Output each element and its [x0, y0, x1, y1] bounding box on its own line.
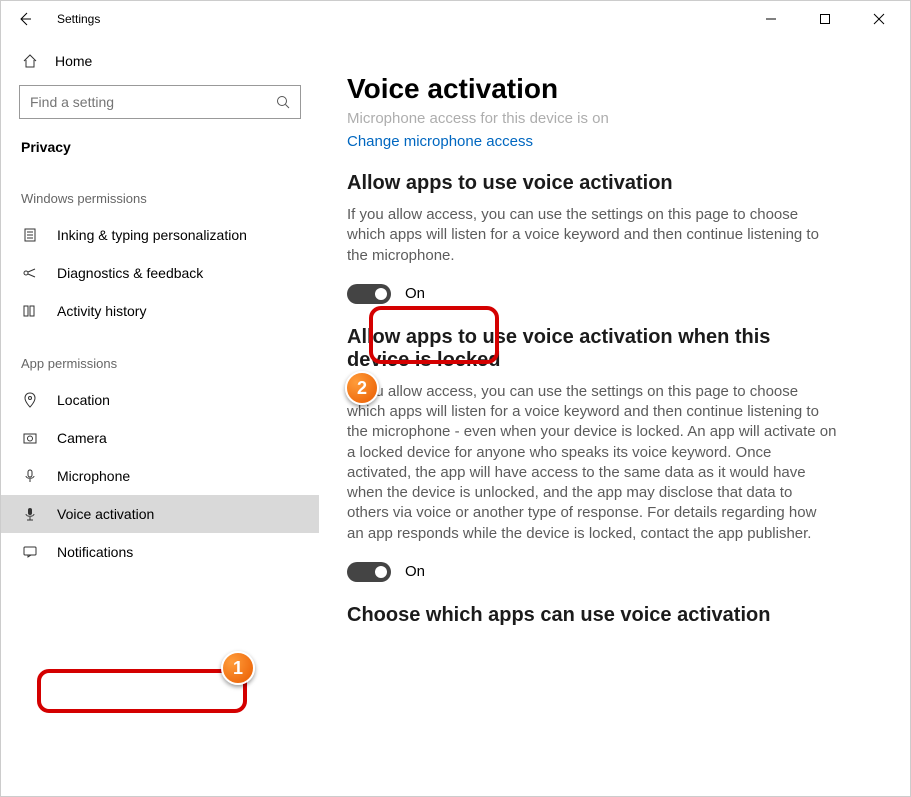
sidebar: Home Privacy Windows permissions Inking …	[1, 37, 319, 796]
search-box[interactable]	[19, 85, 301, 119]
nav-camera[interactable]: Camera	[1, 419, 319, 457]
notifications-icon	[21, 544, 39, 560]
close-icon	[873, 13, 885, 25]
toggle-voice-activation[interactable]	[347, 284, 391, 304]
nav-label: Camera	[57, 430, 107, 446]
nav-label: Inking & typing personalization	[57, 227, 247, 243]
toggle-voice-activation-label: On	[405, 285, 425, 302]
nav-label: Diagnostics & feedback	[57, 265, 203, 281]
camera-icon	[21, 430, 39, 446]
main-pane: Voice activation Microphone access for t…	[319, 37, 910, 796]
location-icon	[21, 392, 39, 408]
change-mic-access-link[interactable]: Change microphone access	[347, 133, 876, 150]
clipboard-icon	[21, 227, 39, 243]
nav-inking-typing[interactable]: Inking & typing personalization	[1, 216, 319, 254]
toggle-locked-row: On	[347, 562, 876, 582]
maximize-button[interactable]	[802, 3, 848, 35]
home-label: Home	[55, 53, 92, 69]
titlebar: Settings	[1, 1, 910, 37]
window-controls	[748, 3, 902, 35]
close-button[interactable]	[856, 3, 902, 35]
nav-label: Voice activation	[57, 506, 154, 522]
nav-location[interactable]: Location	[1, 381, 319, 419]
search-input[interactable]	[30, 94, 270, 110]
nav-label: Notifications	[57, 544, 133, 560]
nav-notifications[interactable]: Notifications	[1, 533, 319, 571]
section-locked-title: Allow apps to use voice activation when …	[347, 326, 787, 372]
voice-activation-icon	[21, 506, 39, 522]
section-allow-voice-activation-desc: If you allow access, you can use the set…	[347, 205, 837, 266]
minimize-button[interactable]	[748, 3, 794, 35]
nav-microphone[interactable]: Microphone	[1, 457, 319, 495]
group-windows-permissions: Windows permissions	[1, 165, 319, 216]
nav-voice-activation[interactable]: Voice activation	[1, 495, 319, 533]
home-icon	[21, 53, 39, 69]
home-nav[interactable]: Home	[1, 45, 319, 77]
back-button[interactable]	[9, 3, 41, 35]
maximize-icon	[819, 13, 831, 25]
toggle-voice-activation-row: On	[347, 284, 876, 304]
category-label: Privacy	[1, 125, 319, 165]
mic-access-status: Microphone access for this device is on	[347, 109, 876, 127]
app-title: Settings	[57, 12, 100, 26]
arrow-left-icon	[17, 11, 33, 27]
nav-activity-history[interactable]: Activity history	[1, 292, 319, 330]
nav-diagnostics[interactable]: Diagnostics & feedback	[1, 254, 319, 292]
minimize-icon	[765, 13, 777, 25]
history-icon	[21, 303, 39, 319]
toggle-locked[interactable]	[347, 562, 391, 582]
group-app-permissions: App permissions	[1, 330, 319, 381]
page-title: Voice activation	[347, 73, 876, 105]
nav-label: Location	[57, 392, 110, 408]
search-icon	[276, 95, 290, 109]
nav-label: Microphone	[57, 468, 130, 484]
nav-label: Activity history	[57, 303, 146, 319]
toggle-locked-label: On	[405, 563, 425, 580]
section-locked-desc: If you allow access, you can use the set…	[347, 382, 837, 544]
section-allow-voice-activation-title: Allow apps to use voice activation	[347, 172, 876, 195]
section-choose-apps-title: Choose which apps can use voice activati…	[347, 604, 876, 627]
feedback-icon	[21, 265, 39, 281]
microphone-icon	[21, 468, 39, 484]
